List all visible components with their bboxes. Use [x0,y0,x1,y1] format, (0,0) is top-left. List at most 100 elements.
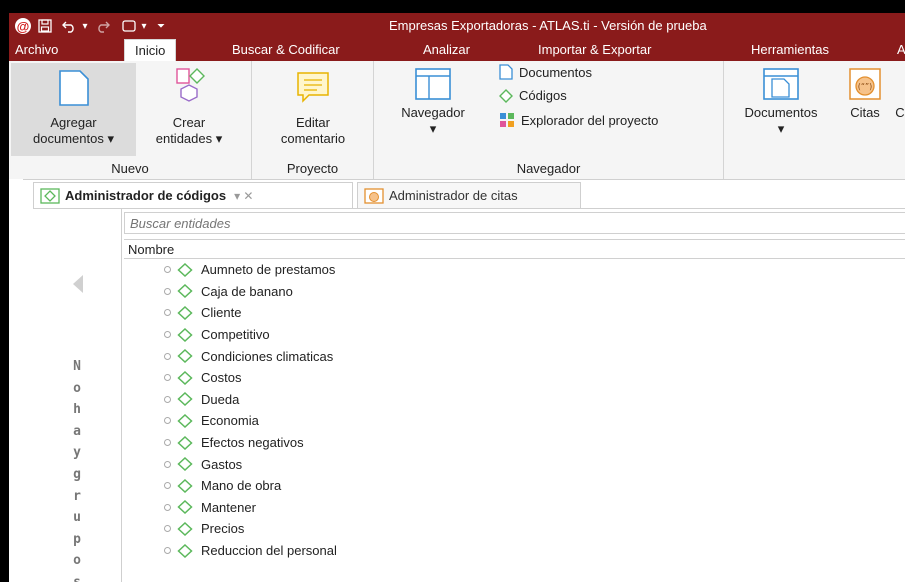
no-groups-char: o [73,553,81,569]
partial-button[interactable]: C [895,63,905,156]
code-row[interactable]: Mantener [124,497,905,519]
tab-inicio[interactable]: Inicio [124,39,177,62]
documents-button[interactable]: Documentos ▾ [731,63,831,156]
status-circle-icon [164,503,171,511]
code-row[interactable]: Precios [124,518,905,540]
redo-icon[interactable] [95,18,111,34]
navigator-line2: ▾ [429,121,437,136]
status-circle-icon [164,374,171,382]
project-explorer-button[interactable]: Explorador del proyecto [499,112,658,128]
code-icon [177,262,193,277]
quotations-icon: (“”) [849,68,881,100]
code-name: Competitivo [201,327,270,343]
code-row[interactable]: Gastos [124,453,905,475]
status-circle-icon [164,395,171,403]
code-small-icon [499,88,513,103]
project-explorer-icon [500,113,514,127]
code-row[interactable]: Costos [124,367,905,389]
save-icon[interactable] [37,18,53,34]
search-field[interactable] [124,212,905,234]
create-entities-line2: entidades ▾ [155,131,223,146]
code-row[interactable]: Aumneto de prestamos [124,259,905,281]
no-groups-char: y [73,445,81,461]
atlas-logo-icon[interactable]: @ [15,18,31,34]
code-row[interactable]: Caja de banano [124,281,905,303]
edit-comment-line1: Editar [296,115,330,130]
code-row[interactable]: Cliente [124,302,905,324]
tab-quotation-manager[interactable]: Administrador de citas [357,182,581,208]
tab-partial[interactable]: A [897,39,905,61]
column-header-name[interactable]: Nombre [124,239,905,259]
quotations-button[interactable]: (“”) Citas [835,63,895,156]
no-groups-char: p [73,531,81,547]
code-name: Mantener [201,499,256,515]
collapse-left-icon[interactable] [73,275,83,293]
edit-comment-button[interactable]: Editar comentario [260,63,366,156]
undo-dropdown-icon[interactable]: ▾ [80,18,90,34]
code-name: Precios [201,521,245,537]
code-icon [177,349,193,364]
status-circle-icon [164,439,171,447]
no-groups-char: N [73,359,81,374]
code-name: Condiciones climaticas [201,348,334,364]
tab-herramientas[interactable]: Herramientas [751,39,829,61]
search-input[interactable] [130,216,730,231]
code-row[interactable]: Efectos negativos [124,432,905,454]
documents-line2: ▾ [777,121,785,136]
navigator-button[interactable]: Navegador ▾ [388,63,478,156]
code-name: Cliente [201,305,242,321]
code-name: Efectos negativos [201,435,304,451]
create-entities-button[interactable]: Crear entidades ▾ [141,63,237,156]
document-tabs: Administrador de códigos ▾ ✕ Administrad… [33,182,905,208]
code-row[interactable]: Condiciones climaticas [124,345,905,367]
code-icon [177,478,193,493]
no-groups-char: u [73,510,81,526]
code-row[interactable]: Mano de obra [124,475,905,497]
status-circle-icon [164,525,171,533]
code-icon [177,392,193,407]
code-manager-panel: N o h a y g r u p o s Nombre Aumneto de … [33,208,905,582]
quotations-label: Citas [850,105,880,120]
layout-dropdown-icon[interactable]: ▾ [139,18,149,34]
add-documents-line2: documentos ▾ [33,131,114,146]
code-icon [177,413,193,428]
undo-icon[interactable] [61,18,77,34]
no-groups-char: r [73,488,81,504]
code-name: Mano de obra [201,478,282,494]
code-icon [177,457,193,472]
nav-documents-button[interactable]: Documentos [499,64,592,80]
status-circle-icon [164,266,171,274]
tab-analizar[interactable]: Analizar [423,39,470,61]
code-icon [177,327,193,342]
ribbon: Agregar documentos ▾ Crear entidades ▾ N… [9,61,905,180]
code-icon [177,435,193,450]
code-row[interactable]: Competitivo [124,324,905,346]
status-circle-icon [164,482,171,490]
status-circle-icon [164,352,171,360]
add-documents-button[interactable]: Agregar documentos ▾ [11,63,136,156]
tab-buscar-codificar[interactable]: Buscar & Codificar [232,39,340,61]
tab-code-manager[interactable]: Administrador de códigos ▾ ✕ [33,182,353,208]
status-circle-icon [164,417,171,425]
customize-toolbar-icon[interactable]: ⏷ [155,18,167,34]
code-row[interactable]: Economia [124,410,905,432]
tab-close-icon[interactable]: ▾ ✕ [234,189,253,203]
create-entities-icon [176,68,205,102]
navigator-line1: Navegador [401,105,465,120]
no-groups-char: a [73,423,81,439]
code-icon [177,305,193,320]
status-circle-icon [164,309,171,317]
code-icon [177,370,193,385]
tab-archivo[interactable]: Archivo [15,39,58,61]
nav-codes-button[interactable]: Códigos [499,88,567,103]
code-row[interactable]: Reduccion del personal [124,540,905,562]
code-icon [177,521,193,536]
ribbon-tabs: Archivo Inicio Buscar & Codificar Analiz… [9,39,905,62]
status-circle-icon [164,287,171,295]
nav-documents-label: Documentos [519,64,592,80]
no-groups-char: g [73,466,81,482]
window-layout-icon[interactable] [121,18,137,34]
create-entities-line1: Crear [172,115,206,130]
tab-importar-exportar[interactable]: Importar & Exportar [538,39,651,61]
code-row[interactable]: Dueda [124,389,905,411]
